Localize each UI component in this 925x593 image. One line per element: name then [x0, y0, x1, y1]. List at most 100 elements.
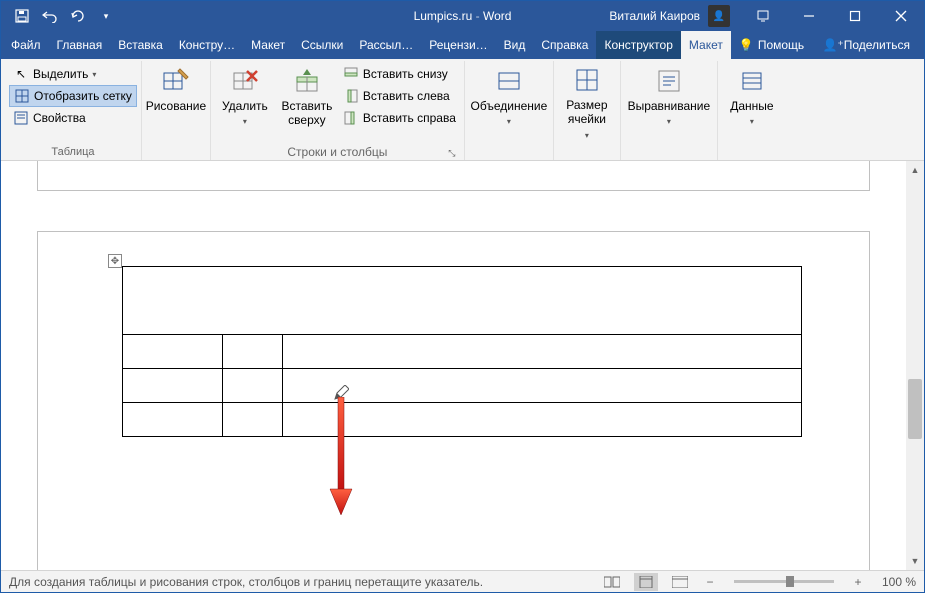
tell-me-button[interactable]: 💡 Помощь	[731, 31, 812, 59]
table-row[interactable]	[123, 403, 802, 437]
table-row[interactable]	[123, 267, 802, 335]
zoom-level[interactable]: 100 %	[876, 575, 916, 589]
titlebar: ▾ Lumpics.ru - Word Виталий Каиров 👤	[1, 1, 924, 31]
delete-button[interactable]: Удалить▾	[215, 63, 275, 143]
tab-design[interactable]: Констру…	[171, 31, 243, 59]
data-label: Данные	[730, 99, 773, 113]
group-data: Данные▾	[718, 61, 786, 160]
ribbon-options-button[interactable]	[740, 1, 786, 31]
tab-view[interactable]: Вид	[496, 31, 534, 59]
ribbon: ↖Выделить▾ Отобразить сетку Свойства Таб…	[1, 59, 924, 161]
close-button[interactable]	[878, 1, 924, 31]
scroll-track[interactable]	[906, 179, 924, 552]
draw-label: Рисование	[146, 99, 206, 113]
page[interactable]: ✥	[37, 231, 870, 570]
table-row[interactable]	[123, 335, 802, 369]
select-label: Выделить	[33, 67, 88, 81]
properties-icon	[13, 110, 29, 126]
draw-table-button[interactable]: Рисование	[146, 63, 206, 143]
page-previous	[37, 161, 870, 191]
read-mode-button[interactable]	[600, 573, 624, 591]
save-button[interactable]	[9, 3, 35, 29]
undo-button[interactable]	[37, 3, 63, 29]
insert-right-icon	[343, 110, 359, 126]
group-rows-cols: Удалить▾ Вставить сверху Вставить снизу …	[211, 61, 465, 160]
scroll-up-button[interactable]: ▲	[906, 161, 924, 179]
merge-label: Объединение	[471, 99, 548, 113]
cell-size-icon	[575, 65, 599, 96]
redo-button[interactable]	[65, 3, 91, 29]
app-name: Word	[483, 9, 511, 23]
cell-size-button[interactable]: Размер ячейки▾	[558, 63, 616, 143]
insert-left-icon	[343, 88, 359, 104]
maximize-button[interactable]	[832, 1, 878, 31]
document-name: Lumpics.ru	[414, 9, 473, 23]
tab-table-layout[interactable]: Макет	[681, 31, 731, 59]
insert-above-label: Вставить сверху	[279, 99, 335, 128]
statusbar: Для создания таблицы и рисования строк, …	[1, 570, 924, 592]
alignment-button[interactable]: Выравнивание▾	[625, 63, 713, 143]
rows-cols-label: Строки и столбцы	[287, 145, 387, 159]
tab-home[interactable]: Главная	[49, 31, 111, 59]
tab-review[interactable]: Рецензи…	[421, 31, 495, 59]
tell-me-label: Помощь	[758, 38, 804, 52]
alignment-icon	[657, 65, 681, 97]
rows-cols-launcher[interactable]: ⤡	[446, 147, 458, 159]
grid-icon	[14, 88, 30, 104]
group-draw: Рисование	[142, 61, 211, 160]
table-move-handle[interactable]: ✥	[108, 254, 122, 268]
insert-below-button[interactable]: Вставить снизу	[339, 63, 460, 85]
share-label: Поделиться	[844, 38, 910, 52]
window-title: Lumpics.ru - Word	[414, 9, 512, 23]
quick-access-toolbar: ▾	[1, 3, 119, 29]
delete-label: Удалить	[222, 99, 268, 113]
data-icon	[740, 65, 764, 97]
zoom-out-button[interactable]: −	[702, 575, 718, 589]
insert-right-button[interactable]: Вставить справа	[339, 107, 460, 129]
insert-above-icon	[293, 65, 321, 97]
insert-above-button[interactable]: Вставить сверху	[277, 63, 337, 143]
vertical-scrollbar[interactable]: ▲ ▼	[906, 161, 924, 570]
tab-layout[interactable]: Макет	[243, 31, 293, 59]
zoom-slider[interactable]	[734, 580, 834, 583]
select-button[interactable]: ↖Выделить▾	[9, 63, 137, 85]
tab-help[interactable]: Справка	[533, 31, 596, 59]
document-table[interactable]	[122, 266, 802, 437]
scroll-thumb[interactable]	[908, 379, 922, 439]
tab-insert[interactable]: Вставка	[110, 31, 171, 59]
ribbon-tabs: Файл Главная Вставка Констру… Макет Ссыл…	[1, 31, 924, 59]
tab-table-design[interactable]: Конструктор	[596, 31, 680, 59]
tab-mailings[interactable]: Рассыл…	[351, 31, 421, 59]
zoom-in-button[interactable]: +	[850, 575, 866, 589]
insert-left-button[interactable]: Вставить слева	[339, 85, 460, 107]
view-gridlines-button[interactable]: Отобразить сетку	[9, 85, 137, 107]
zoom-slider-thumb[interactable]	[786, 576, 794, 587]
tab-file[interactable]: Файл	[3, 31, 49, 59]
merge-icon	[497, 65, 521, 97]
alignment-label: Выравнивание	[628, 99, 711, 113]
data-button[interactable]: Данные▾	[722, 63, 782, 143]
group-merge: Объединение▾	[465, 61, 554, 160]
qat-customize-button[interactable]: ▾	[93, 3, 119, 29]
share-button[interactable]: 👤⁺ Поделиться	[814, 31, 918, 59]
minimize-button[interactable]	[786, 1, 832, 31]
group-table: ↖Выделить▾ Отобразить сетку Свойства Таб…	[5, 61, 142, 160]
properties-label: Свойства	[33, 111, 86, 125]
tab-references[interactable]: Ссылки	[293, 31, 351, 59]
lightbulb-icon: 💡	[739, 38, 754, 52]
print-layout-button[interactable]	[634, 573, 658, 591]
user-name[interactable]: Виталий Каиров	[601, 9, 708, 23]
insert-below-icon	[343, 66, 359, 82]
draw-table-icon	[162, 65, 190, 97]
web-layout-button[interactable]	[668, 573, 692, 591]
status-hint: Для создания таблицы и рисования строк, …	[9, 575, 483, 589]
insert-right-label: Вставить справа	[363, 111, 456, 125]
cell-size-label: Размер ячейки	[566, 98, 607, 126]
delete-icon	[231, 65, 259, 97]
avatar[interactable]: 👤	[708, 5, 730, 27]
scroll-down-button[interactable]: ▼	[906, 552, 924, 570]
merge-button[interactable]: Объединение▾	[469, 63, 549, 143]
share-icon: 👤⁺	[822, 38, 843, 52]
table-row[interactable]	[123, 369, 802, 403]
properties-button[interactable]: Свойства	[9, 107, 137, 129]
